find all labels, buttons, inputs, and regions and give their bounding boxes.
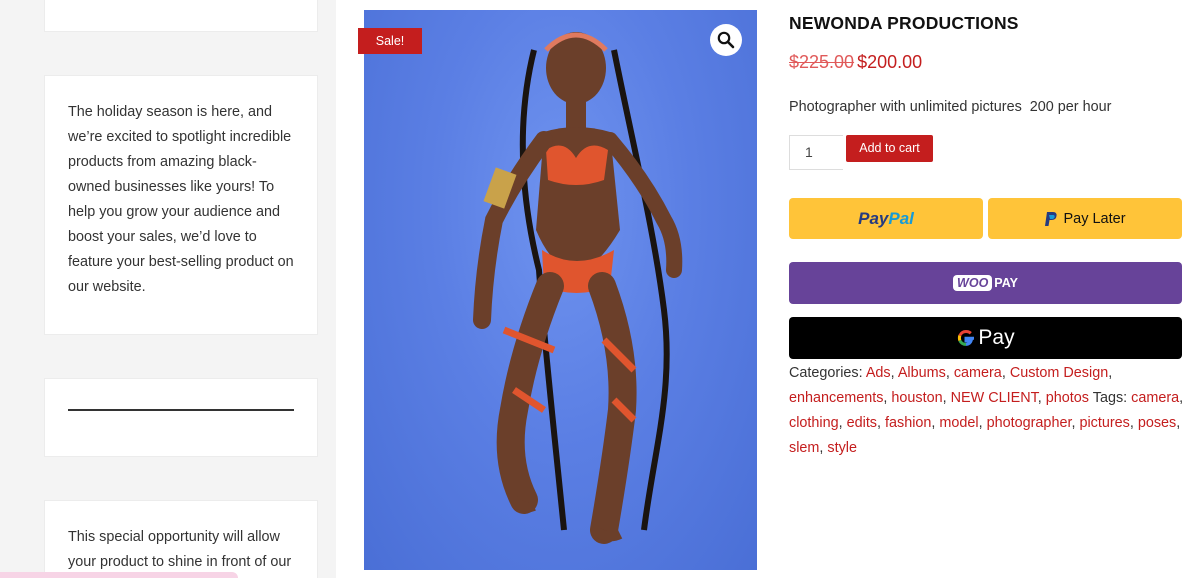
- tag-link[interactable]: photographer: [987, 415, 1072, 431]
- tag-link[interactable]: style: [827, 440, 857, 456]
- tag-link[interactable]: clothing: [789, 415, 839, 431]
- divider-line: [68, 409, 294, 411]
- sidebar-divider-widget: [44, 378, 318, 457]
- sale-badge: Sale!: [358, 28, 422, 54]
- tag-link[interactable]: edits: [847, 415, 877, 431]
- quantity-input[interactable]: 1: [789, 135, 843, 170]
- woopay-label: PAY: [994, 276, 1018, 290]
- bottom-notice-bar[interactable]: [0, 572, 238, 578]
- promo-text: The holiday season is here, and we’re ex…: [68, 104, 294, 295]
- tag-link[interactable]: camera: [1131, 390, 1179, 406]
- paypal-button[interactable]: PayPal: [789, 198, 983, 239]
- add-to-cart-button[interactable]: Add to cart: [846, 135, 933, 162]
- paypal-p-icon: [1045, 211, 1058, 226]
- promo-text-2: This special opportunity will allow your…: [68, 529, 292, 570]
- paypal-logo: PayPal: [858, 208, 914, 228]
- google-pay-label: Pay: [978, 326, 1015, 349]
- category-link[interactable]: NEW CLIENT: [951, 390, 1038, 406]
- sidebar-widget-top: [44, 0, 318, 32]
- category-link[interactable]: enhancements: [789, 390, 883, 406]
- sidebar-promo-widget-2: This special opportunity will allow your…: [44, 500, 318, 578]
- category-link[interactable]: Albums: [898, 365, 946, 381]
- product-price: $225.00 $200.00: [789, 52, 922, 73]
- pay-later-label: Pay Later: [1063, 210, 1126, 227]
- category-link[interactable]: Custom Design: [1010, 365, 1108, 381]
- category-link[interactable]: camera: [954, 365, 1002, 381]
- zoom-icon[interactable]: [710, 24, 742, 56]
- category-link[interactable]: photos: [1046, 390, 1089, 406]
- model-photo: [473, 32, 683, 544]
- categories-label: Categories:: [789, 365, 863, 381]
- category-link[interactable]: Ads: [866, 365, 891, 381]
- magnifier-icon: [717, 31, 735, 49]
- paypal-pay-later-button[interactable]: Pay Later: [988, 198, 1182, 239]
- tag-link[interactable]: model: [939, 415, 978, 431]
- tag-link[interactable]: poses: [1138, 415, 1176, 431]
- category-link[interactable]: houston: [891, 390, 942, 406]
- product-description: Photographer with unlimited pictures 200…: [789, 99, 1112, 115]
- original-price: $225.00: [789, 52, 855, 72]
- tag-link[interactable]: fashion: [885, 415, 931, 431]
- google-pay-button[interactable]: Pay: [789, 317, 1182, 359]
- tag-link[interactable]: pictures: [1079, 415, 1129, 431]
- product-image[interactable]: [364, 10, 757, 570]
- sale-price: $200.00: [857, 52, 923, 72]
- tag-link[interactable]: slem: [789, 440, 819, 456]
- woopay-button[interactable]: WOO PAY: [789, 262, 1182, 304]
- sidebar: The holiday season is here, and we’re ex…: [0, 0, 336, 578]
- tags-label: Tags:: [1092, 390, 1128, 406]
- sidebar-promo-widget: The holiday season is here, and we’re ex…: [44, 75, 318, 335]
- product-meta: Categories: Ads, Albums, camera, Custom …: [789, 365, 1184, 456]
- woopay-logo: WOO: [953, 275, 993, 291]
- google-g-icon: [958, 329, 975, 346]
- product-title: NEWONDA PRODUCTIONS: [789, 13, 1019, 33]
